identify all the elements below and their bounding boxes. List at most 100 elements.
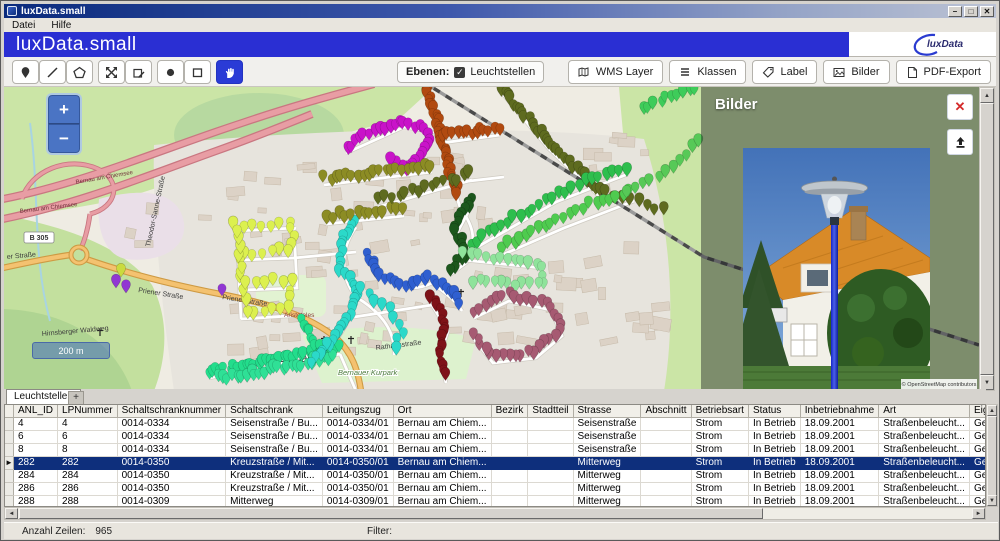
table-cell[interactable]: 18.09.2001 (800, 457, 879, 470)
column-header-lpnummer[interactable]: LPNummer (58, 405, 118, 418)
table-cell[interactable]: Seisenstraße (573, 444, 641, 457)
table-cell[interactable]: 4 (14, 418, 58, 431)
rectangle-tool-button[interactable] (184, 60, 211, 84)
column-header-status[interactable]: Status (748, 405, 800, 418)
table-cell[interactable]: Bernau am Chiem... (393, 431, 491, 444)
table-cell[interactable] (528, 444, 573, 457)
scroll-up-icon[interactable]: ▲ (980, 88, 994, 103)
grid-vscroll-thumb[interactable] (987, 416, 997, 496)
scroll-left-icon[interactable]: ◄ (5, 508, 18, 519)
table-cell[interactable] (641, 470, 691, 483)
table-cell[interactable] (641, 431, 691, 444)
table-cell[interactable]: Strom (691, 470, 748, 483)
table-cell[interactable]: Strom (691, 431, 748, 444)
table-cell[interactable]: 0014-0334 (117, 444, 225, 457)
table-cell[interactable]: Bernau am Chiem... (393, 457, 491, 470)
data-grid[interactable]: ANL_IDLPNummerSchaltschranknummerSchalts… (4, 404, 986, 507)
row-header[interactable] (5, 444, 14, 457)
menu-item-hilfe[interactable]: Hilfe (43, 20, 79, 31)
map-vertical-scrollbar[interactable]: ▲ ▼ (979, 87, 995, 391)
grid-hscroll-thumb[interactable] (19, 508, 763, 519)
table-cell[interactable]: 18.09.2001 (800, 431, 879, 444)
table-cell[interactable]: Kreuzstraße / Mit... (226, 470, 323, 483)
table-cell[interactable]: Mitterweg (573, 457, 641, 470)
table-cell[interactable]: 18.09.2001 (800, 444, 879, 457)
table-cell[interactable]: Strom (691, 496, 748, 508)
table-cell[interactable]: Bernau am Chiem... (393, 418, 491, 431)
row-header[interactable] (5, 431, 14, 444)
row-header[interactable] (5, 483, 14, 496)
table-cell[interactable]: Mitterweg (226, 496, 323, 508)
table-cell[interactable]: 284 (14, 470, 58, 483)
table-cell[interactable]: Gemeinde Prien (969, 418, 986, 431)
map-view[interactable]: Bernau am ChiemseeBernau am ChiemseeB 30… (4, 87, 979, 391)
leuchtstellen-table[interactable]: ANL_IDLPNummerSchaltschranknummerSchalts… (5, 405, 986, 507)
table-cell[interactable]: 286 (14, 483, 58, 496)
marker-tool-button[interactable] (12, 60, 39, 84)
table-cell[interactable]: 8 (58, 444, 118, 457)
table-cell[interactable]: 0014-0350 (117, 457, 225, 470)
move-tool-button[interactable] (98, 60, 125, 84)
table-cell[interactable]: Seisenstraße / Bu... (226, 444, 323, 457)
table-cell[interactable]: Straßenbeleucht... (879, 470, 970, 483)
table-row[interactable]: 2882880014-0309Mitterweg0014-0309/01Bern… (5, 496, 986, 508)
table-cell[interactable]: Straßenbeleucht... (879, 483, 970, 496)
column-header-ort[interactable]: Ort (393, 405, 491, 418)
zoom-out-button[interactable]: − (48, 124, 80, 153)
table-cell[interactable]: Seisenstraße (573, 431, 641, 444)
column-header-stadtteil[interactable]: Stadtteil (528, 405, 573, 418)
table-cell[interactable]: Bernau am Chiem... (393, 470, 491, 483)
table-cell[interactable]: Straßenbeleucht... (879, 431, 970, 444)
table-cell[interactable]: Kreuzstraße / Mit... (226, 483, 323, 496)
table-cell[interactable]: 0014-0309 (117, 496, 225, 508)
table-cell[interactable]: 0014-0350/01 (322, 483, 393, 496)
table-cell[interactable] (491, 483, 528, 496)
table-cell[interactable]: Seisenstraße / Bu... (226, 431, 323, 444)
table-cell[interactable]: Mitterweg (573, 483, 641, 496)
table-cell[interactable] (641, 496, 691, 508)
table-cell[interactable]: Gemeinde Prien (969, 483, 986, 496)
table-cell[interactable] (641, 457, 691, 470)
table-cell[interactable] (528, 457, 573, 470)
table-row[interactable]: 2842840014-0350Kreuzstraße / Mit...0014-… (5, 470, 986, 483)
table-cell[interactable] (491, 444, 528, 457)
table-cell[interactable] (491, 418, 528, 431)
table-cell[interactable]: Mitterweg (573, 470, 641, 483)
table-cell[interactable]: Straßenbeleucht... (879, 457, 970, 470)
column-header-anl-id[interactable]: ANL_ID (14, 405, 58, 418)
table-cell[interactable]: 18.09.2001 (800, 470, 879, 483)
add-tab-button[interactable]: + (68, 391, 84, 404)
table-cell[interactable]: In Betrieb (748, 431, 800, 444)
table-cell[interactable]: Seisenstraße (573, 418, 641, 431)
table-cell[interactable]: Bernau am Chiem... (393, 496, 491, 508)
table-cell[interactable]: 288 (58, 496, 118, 508)
table-cell[interactable] (491, 470, 528, 483)
table-cell[interactable]: 6 (14, 431, 58, 444)
table-cell[interactable]: 18.09.2001 (800, 496, 879, 508)
table-cell[interactable]: In Betrieb (748, 418, 800, 431)
table-cell[interactable]: Gemeinde Prien (969, 457, 986, 470)
table-row[interactable]: 440014-0334Seisenstraße / Bu...0014-0334… (5, 418, 986, 431)
table-cell[interactable] (641, 418, 691, 431)
layers-control[interactable]: Ebenen: ✓ Leuchtstellen (397, 61, 544, 83)
table-cell[interactable] (528, 418, 573, 431)
column-header-schaltschrank[interactable]: Schaltschrank (226, 405, 323, 418)
table-cell[interactable]: Bernau am Chiem... (393, 444, 491, 457)
table-cell[interactable] (528, 431, 573, 444)
table-cell[interactable]: 6 (58, 431, 118, 444)
table-cell[interactable]: Strom (691, 457, 748, 470)
table-cell[interactable]: Bernau am Chiem... (393, 483, 491, 496)
table-cell[interactable]: 18.09.2001 (800, 418, 879, 431)
table-cell[interactable]: In Betrieb (748, 444, 800, 457)
edit-tool-button[interactable] (125, 60, 152, 84)
table-cell[interactable] (528, 483, 573, 496)
column-header-bezirk[interactable]: Bezirk (491, 405, 528, 418)
table-cell[interactable]: Gemeinde Prien (969, 496, 986, 508)
column-header-betriebsart[interactable]: Betriebsart (691, 405, 748, 418)
table-row[interactable]: ►2822820014-0350Kreuzstraße / Mit...0014… (5, 457, 986, 470)
table-cell[interactable] (491, 496, 528, 508)
minimize-button[interactable]: – (948, 6, 962, 17)
row-header[interactable] (5, 496, 14, 508)
table-cell[interactable]: Gemeinde Prien (969, 444, 986, 457)
table-cell[interactable]: 284 (58, 470, 118, 483)
